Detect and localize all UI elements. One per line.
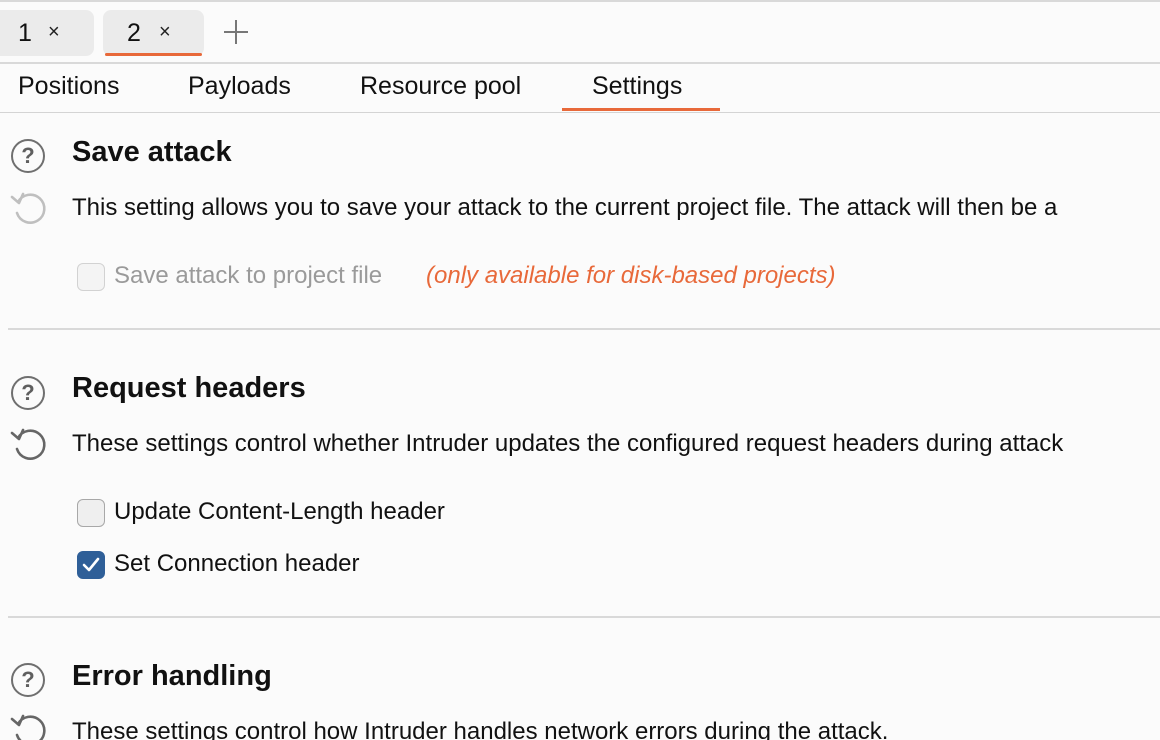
plus-icon[interactable] [222,18,250,46]
intruder-settings-panel: 1 × 2 × Positions Payloads Resource pool… [0,0,1160,740]
selected-tab-indicator [105,53,202,56]
attack-tab-1[interactable]: 1 × [0,10,94,56]
sub-tab-divider [0,112,1160,113]
attack-tab-2[interactable]: 2 × [103,10,204,56]
section-title-request-headers: Request headers [72,372,306,404]
close-icon[interactable]: × [48,21,60,44]
section-description: This setting allows you to save your att… [72,194,1058,221]
help-icon[interactable]: ? [11,663,45,697]
section-title-save-attack: Save attack [72,136,232,168]
tab-resource-pool[interactable]: Resource pool [360,72,521,101]
save-attack-checkbox[interactable] [77,263,105,291]
top-border [0,0,1160,2]
reset-icon[interactable] [10,424,52,466]
reset-icon[interactable] [10,710,52,740]
set-connection-label: Set Connection header [114,550,360,577]
section-description: These settings control whether Intruder … [72,430,1064,457]
update-content-length-label: Update Content-Length header [114,498,445,525]
section-divider [8,616,1160,618]
help-icon[interactable]: ? [11,139,45,173]
tab-settings[interactable]: Settings [592,72,682,101]
reset-icon[interactable] [10,188,52,230]
update-content-length-checkbox[interactable] [77,499,105,527]
set-connection-checkbox[interactable] [77,551,105,579]
tab-positions[interactable]: Positions [18,72,119,101]
selected-tab-indicator [562,108,720,111]
availability-note: (only available for disk-based projects) [426,262,836,289]
section-title-error-handling: Error handling [72,660,272,692]
attack-tab-bar: 1 × 2 × [0,10,1160,62]
tab-payloads[interactable]: Payloads [188,72,291,101]
attack-tab-label: 2 [127,19,141,47]
close-icon[interactable]: × [159,21,171,44]
section-description: These settings control how Intruder hand… [72,718,889,740]
tab-bar-divider [0,62,1160,64]
help-icon[interactable]: ? [11,376,45,410]
save-attack-label: Save attack to project file [114,262,383,289]
checkmark-icon [82,557,100,572]
section-divider [8,328,1160,330]
attack-tab-label: 1 [18,19,32,47]
